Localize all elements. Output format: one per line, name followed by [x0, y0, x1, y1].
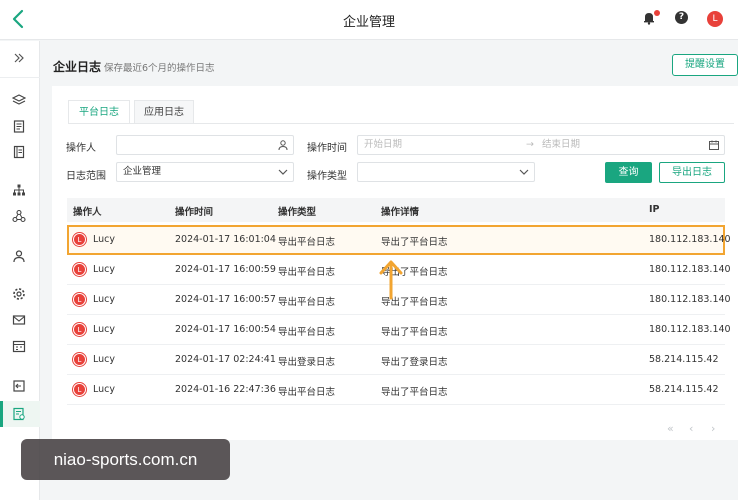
type-select[interactable]	[357, 162, 535, 182]
layers-icon[interactable]	[12, 93, 26, 107]
row-detail: 导出了登录日志	[381, 357, 448, 368]
avatar: L	[73, 293, 86, 306]
person-icon	[277, 139, 289, 151]
avatar: L	[73, 323, 86, 336]
watermark: niao-sports.com.cn	[21, 439, 230, 480]
avatar: L	[73, 383, 86, 396]
row-time: 2024-01-17 02:24:41	[175, 354, 276, 365]
table-row[interactable]: L Lucy 2024-01-16 22:47:36 导出平台日志 导出了平台日…	[67, 375, 725, 405]
row-ip: 58.214.115.42	[649, 384, 719, 395]
row-time: 2024-01-17 16:00:59	[175, 264, 276, 275]
row-time: 2024-01-17 16:00:54	[175, 324, 276, 335]
row-user: Lucy	[93, 234, 115, 245]
user-icon[interactable]	[12, 249, 26, 263]
scope-label: 日志范围	[66, 171, 106, 182]
book-icon[interactable]	[12, 145, 26, 159]
section-subtitle: 保存最近6个月的操作日志	[104, 63, 215, 74]
exit-icon[interactable]	[12, 379, 26, 393]
time-label: 操作时间	[307, 143, 347, 154]
row-user: Lucy	[93, 354, 115, 365]
operator-input[interactable]	[116, 135, 294, 155]
row-time: 2024-01-17 16:00:57	[175, 294, 276, 305]
chevron-down-icon	[277, 166, 289, 178]
type-label: 操作类型	[307, 171, 347, 182]
section-title: 企业日志	[53, 60, 102, 74]
log-icon[interactable]	[12, 407, 26, 421]
expand-icon[interactable]	[12, 51, 26, 65]
first-page-button[interactable]: «	[667, 422, 674, 435]
row-user: Lucy	[93, 294, 115, 305]
user-avatar[interactable]: L	[707, 11, 723, 27]
tab-platform-log[interactable]: 平台日志	[68, 100, 130, 124]
col-detail: 操作详情	[381, 207, 420, 218]
table-row[interactable]: L Lucy 2024-01-17 16:00:54 导出平台日志 导出了平台日…	[67, 315, 731, 345]
start-date-placeholder: 开始日期	[364, 139, 403, 150]
calendar-icon	[708, 139, 720, 151]
end-date-placeholder: 结束日期	[542, 139, 581, 150]
row-detail: 导出了平台日志	[381, 237, 448, 248]
row-ip: 180.112.183.140	[649, 294, 731, 305]
row-time: 2024-01-16 22:47:36	[175, 384, 276, 395]
avatar: L	[73, 353, 86, 366]
row-type: 导出平台日志	[278, 387, 336, 398]
date-range-picker[interactable]: 开始日期 → 结束日期	[357, 135, 725, 155]
row-user: Lucy	[93, 384, 115, 395]
row-ip: 58.214.115.42	[649, 354, 719, 365]
row-detail: 导出了平台日志	[381, 327, 448, 338]
operator-label: 操作人	[66, 143, 96, 154]
row-ip: 180.112.183.140	[649, 324, 731, 335]
col-type: 操作类型	[278, 207, 317, 218]
row-ip: 180.112.183.140	[649, 234, 731, 245]
mail-icon[interactable]	[12, 313, 26, 327]
next-page-button[interactable]: ›	[711, 422, 715, 435]
row-ip: 180.112.183.140	[649, 264, 731, 275]
notification-dot	[654, 10, 660, 16]
col-operator: 操作人	[73, 207, 102, 218]
col-time: 操作时间	[175, 207, 214, 218]
row-user: Lucy	[93, 324, 115, 335]
row-type: 导出平台日志	[278, 267, 336, 278]
up-arrow-icon	[378, 258, 404, 300]
sidebar-divider	[0, 77, 40, 78]
avatar: L	[73, 233, 86, 246]
row-type: 导出平台日志	[278, 297, 336, 308]
active-indicator	[0, 401, 3, 427]
settings-icon[interactable]	[12, 287, 26, 301]
col-ip: IP	[649, 204, 660, 215]
row-detail: 导出了平台日志	[381, 387, 448, 398]
row-type: 导出平台日志	[278, 327, 336, 338]
help-icon[interactable]: ?	[675, 11, 691, 27]
scope-select[interactable]: 企业管理	[116, 162, 294, 182]
remind-settings-button[interactable]: 提醒设置	[672, 54, 738, 76]
org-tree-icon[interactable]	[12, 183, 26, 197]
table-row[interactable]: L Lucy 2024-01-17 16:01:04 导出平台日志 导出了平台日…	[67, 225, 731, 255]
calendar-icon[interactable]	[12, 339, 26, 353]
page-title: 企业管理	[342, 15, 395, 30]
network-icon[interactable]	[12, 209, 26, 223]
prev-page-button[interactable]: ‹	[689, 422, 693, 435]
top-bar: 企业管理 ? L	[0, 0, 738, 40]
row-user: Lucy	[93, 264, 115, 275]
tab-app-log[interactable]: 应用日志	[134, 100, 194, 124]
bell-icon[interactable]	[642, 10, 660, 27]
clipboard-icon[interactable]	[12, 119, 26, 133]
table-row[interactable]: L Lucy 2024-01-17 02:24:41 导出登录日志 导出了登录日…	[67, 345, 725, 375]
row-type: 导出登录日志	[278, 357, 336, 368]
row-type: 导出平台日志	[278, 237, 336, 248]
chevron-down-icon	[518, 166, 530, 178]
export-log-button[interactable]: 导出日志	[659, 162, 725, 183]
sidebar	[0, 41, 40, 500]
avatar: L	[73, 263, 86, 276]
range-separator: →	[526, 139, 534, 150]
table-header: 操作人 操作时间 操作类型 操作详情 IP	[67, 198, 725, 222]
query-button[interactable]: 查询	[605, 162, 652, 183]
tab-divider	[68, 123, 734, 124]
row-time: 2024-01-17 16:01:04	[175, 234, 276, 245]
